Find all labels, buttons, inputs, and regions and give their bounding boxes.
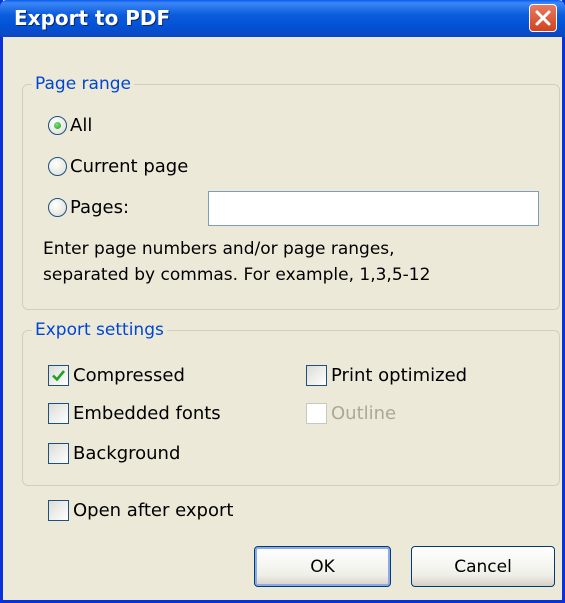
radio-pages-label: Pages: <box>70 197 130 218</box>
embedded-fonts-label: Embedded fonts <box>73 403 221 424</box>
checkbox-open-after-export[interactable]: Open after export <box>48 500 233 521</box>
checkbox-outline: Outline <box>306 403 396 424</box>
dialog-title: Export to PDF <box>14 6 171 30</box>
compressed-label: Compressed <box>73 365 185 386</box>
hint-line-2: separated by commas. For example, 1,3,5-… <box>43 265 431 285</box>
background-checkbox[interactable] <box>48 443 69 464</box>
radio-current-page-button[interactable] <box>48 157 67 176</box>
radio-pages-button[interactable] <box>48 198 67 217</box>
background-label: Background <box>73 443 181 464</box>
radio-selected-dot <box>54 122 61 129</box>
embedded-fonts-checkbox[interactable] <box>48 403 69 424</box>
radio-all[interactable]: All <box>48 115 92 136</box>
outline-label: Outline <box>331 403 397 424</box>
checkbox-compressed[interactable]: Compressed <box>48 365 185 386</box>
close-icon <box>535 10 551 26</box>
page-range-hint: Enter page numbers and/or page ranges, s… <box>43 236 543 288</box>
print-optimized-label: Print optimized <box>331 365 468 386</box>
radio-all-label: All <box>70 115 93 136</box>
outline-checkbox <box>306 403 327 424</box>
radio-all-button[interactable] <box>48 116 67 135</box>
checkbox-background[interactable]: Background <box>48 443 180 464</box>
export-settings-legend: Export settings <box>32 320 167 340</box>
compressed-checkbox[interactable] <box>48 365 69 386</box>
hint-line-1: Enter page numbers and/or page ranges, <box>43 239 395 259</box>
radio-current-page[interactable]: Current page <box>48 156 188 177</box>
export-dialog: Export to PDF Page range All Current pag… <box>0 0 565 603</box>
checkbox-print-optimized[interactable]: Print optimized <box>306 365 467 386</box>
radio-current-page-label: Current page <box>70 156 189 177</box>
title-bar[interactable]: Export to PDF <box>0 0 565 37</box>
print-optimized-checkbox[interactable] <box>306 365 327 386</box>
pages-input[interactable] <box>208 191 539 226</box>
check-mark-icon <box>52 370 66 382</box>
open-after-export-label: Open after export <box>73 500 234 521</box>
close-button[interactable] <box>529 4 557 32</box>
page-range-legend: Page range <box>32 74 134 94</box>
ok-button[interactable]: OK <box>254 546 391 587</box>
checkbox-embedded-fonts[interactable]: Embedded fonts <box>48 403 221 424</box>
open-after-export-checkbox[interactable] <box>48 500 69 521</box>
radio-pages[interactable]: Pages: <box>48 197 129 218</box>
cancel-button[interactable]: Cancel <box>411 546 555 587</box>
